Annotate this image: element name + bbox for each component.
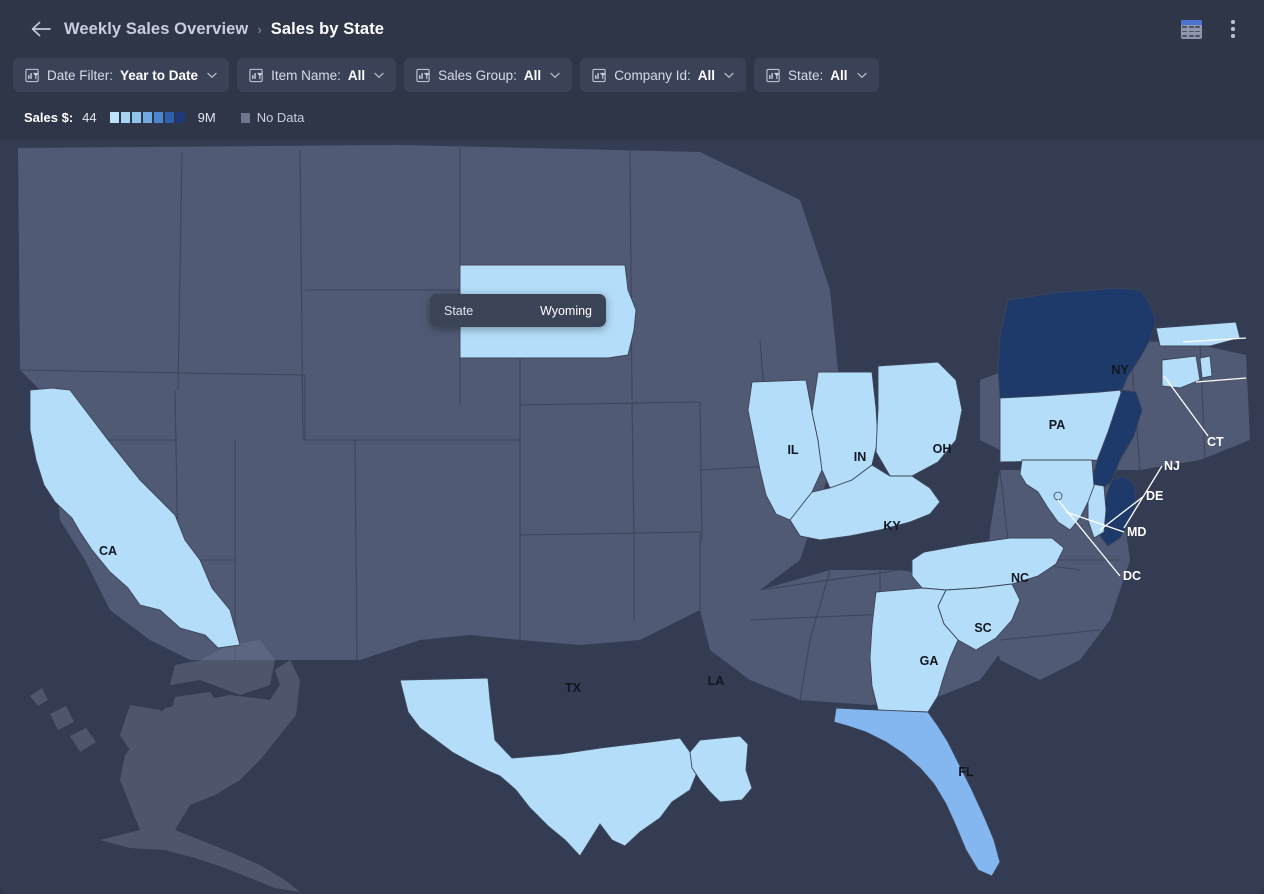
filter-label: Company Id: bbox=[614, 67, 691, 83]
legend-swatch-6 bbox=[175, 112, 185, 123]
legend-swatch-2 bbox=[131, 112, 141, 123]
breadcrumb: Weekly Sales Overview › Sales by State bbox=[64, 20, 384, 39]
filter-bar: Date Filter: Year to Date Item Name: All bbox=[13, 58, 879, 92]
header-actions bbox=[1178, 0, 1246, 58]
filter-label: Date Filter: bbox=[47, 67, 114, 83]
filter-value: All bbox=[697, 67, 715, 83]
filter-icon bbox=[766, 68, 780, 82]
state-label-TX: TX bbox=[565, 681, 582, 695]
map-legend: Sales $: 44 9M No Data bbox=[24, 110, 304, 125]
filter-label: Item Name: bbox=[271, 67, 341, 83]
state-label-GA: GA bbox=[920, 654, 939, 668]
page-header: Weekly Sales Overview › Sales by State bbox=[0, 0, 1264, 58]
chevron-down-icon bbox=[724, 72, 734, 78]
state-label-SC: SC bbox=[974, 621, 991, 635]
legend-swatch-5 bbox=[164, 112, 174, 123]
callout-label-CT: CT bbox=[1207, 435, 1224, 449]
filter-icon bbox=[25, 68, 39, 82]
state-label-OH: OH bbox=[933, 442, 952, 456]
filter-pill-item-name[interactable]: Item Name: All bbox=[237, 58, 397, 92]
state-RI[interactable] bbox=[1199, 355, 1213, 379]
chevron-down-icon bbox=[207, 72, 217, 78]
state-label-IN: IN bbox=[854, 450, 867, 464]
tooltip-value: Wyoming bbox=[540, 303, 592, 318]
chevron-down-icon bbox=[550, 72, 560, 78]
filter-icon bbox=[592, 68, 606, 82]
filter-value: All bbox=[830, 67, 848, 83]
filter-icon bbox=[416, 68, 430, 82]
no-data-label: No Data bbox=[256, 110, 305, 125]
legend-swatch-0 bbox=[109, 112, 119, 123]
legend-swatch-3 bbox=[142, 112, 152, 123]
back-button[interactable] bbox=[28, 16, 54, 42]
legend-swatch-4 bbox=[153, 112, 163, 123]
callout-label-DE: DE bbox=[1146, 489, 1163, 503]
state-label-FL: FL bbox=[958, 765, 974, 779]
state-label-LA: LA bbox=[708, 674, 725, 688]
legend-title: Sales $: bbox=[24, 110, 74, 125]
arrow-left-icon bbox=[31, 21, 51, 37]
tooltip-key: State bbox=[444, 303, 474, 318]
callout-label-NJ: NJ bbox=[1164, 459, 1180, 473]
breadcrumb-parent[interactable]: Weekly Sales Overview bbox=[64, 20, 248, 39]
filter-label: Sales Group: bbox=[438, 67, 517, 83]
state-label-CA: CA bbox=[99, 544, 117, 558]
us-map-svg[interactable]: CA TX IL IN OH KY PA NY NC SC GA FL LA C… bbox=[0, 140, 1264, 894]
legend-min-label: 44 bbox=[82, 110, 97, 125]
filter-pill-company-id[interactable]: Company Id: All bbox=[580, 58, 746, 92]
table-icon bbox=[1180, 19, 1202, 39]
map-tooltip: State Wyoming bbox=[430, 294, 606, 327]
legend-swatch-1 bbox=[120, 112, 130, 123]
table-view-button[interactable] bbox=[1178, 16, 1204, 42]
sales-by-state-page: Weekly Sales Overview › Sales by State D… bbox=[0, 0, 1264, 894]
legend-max-label: 9M bbox=[197, 110, 216, 125]
filter-value: All bbox=[347, 67, 366, 83]
breadcrumb-separator: › bbox=[257, 21, 262, 37]
filter-pill-date-filter[interactable]: Date Filter: Year to Date bbox=[13, 58, 230, 92]
legend-color-ramp bbox=[109, 112, 185, 123]
state-label-PA: PA bbox=[1049, 418, 1065, 432]
no-data-swatch bbox=[240, 112, 250, 123]
filter-value: All bbox=[523, 67, 542, 83]
filter-pill-sales-group[interactable]: Sales Group: All bbox=[404, 58, 573, 92]
kebab-menu-icon bbox=[1231, 20, 1235, 38]
state-DC[interactable] bbox=[1053, 491, 1063, 501]
callout-label-MD: MD bbox=[1127, 525, 1146, 539]
callout-label-DC: DC bbox=[1123, 569, 1141, 583]
chevron-down-icon bbox=[856, 72, 867, 78]
page-title: Sales by State bbox=[270, 19, 385, 38]
filter-label: State: bbox=[788, 67, 824, 83]
choropleth-map[interactable]: CA TX IL IN OH KY PA NY NC SC GA FL LA C… bbox=[0, 140, 1264, 894]
more-options-button[interactable] bbox=[1220, 16, 1246, 42]
filter-value: Year to Date bbox=[120, 67, 199, 83]
chevron-down-icon bbox=[374, 72, 384, 78]
legend-no-data: No Data bbox=[240, 110, 305, 125]
filter-pill-state[interactable]: State: All bbox=[754, 58, 879, 92]
filter-icon bbox=[249, 68, 263, 82]
state-label-KY: KY bbox=[883, 519, 901, 533]
state-label-IL: IL bbox=[787, 443, 798, 457]
state-label-NY: NY bbox=[1111, 363, 1129, 377]
state-label-NC: NC bbox=[1011, 571, 1029, 585]
